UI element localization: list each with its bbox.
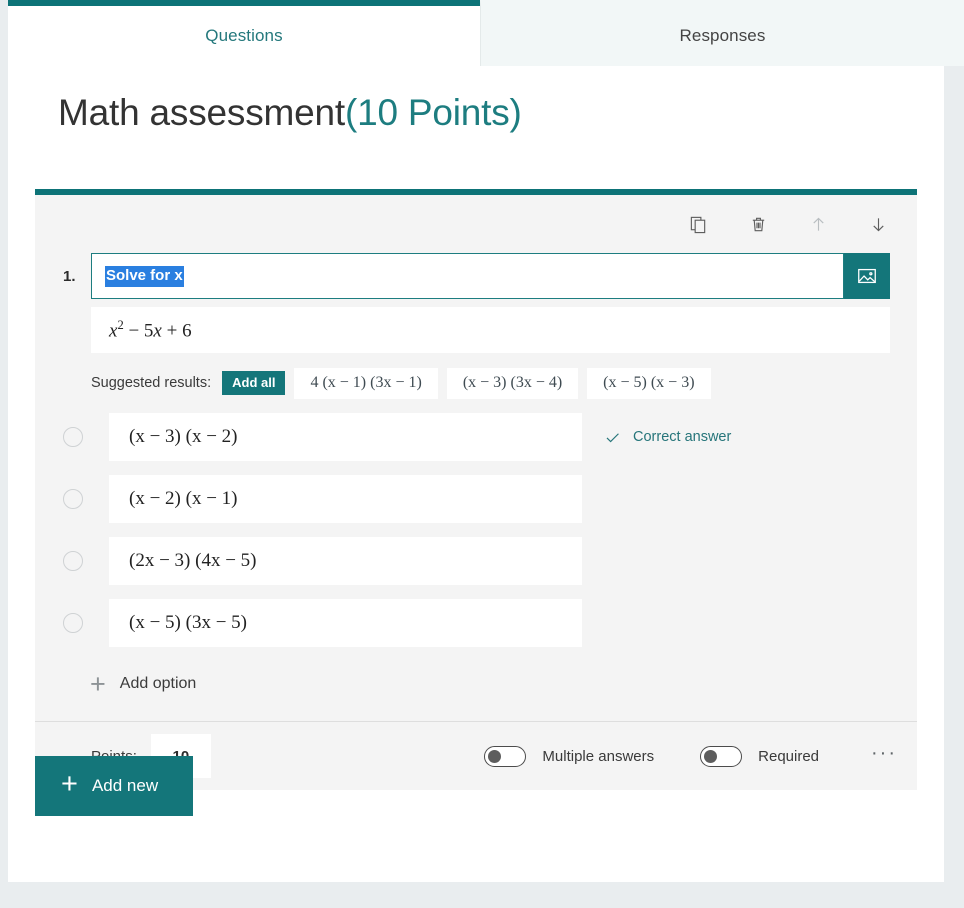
- delete-icon: [752, 217, 764, 231]
- math-expression-field[interactable]: x2 − 5x + 6: [91, 307, 890, 353]
- required-label: Required: [758, 747, 820, 765]
- form-points-label: (10 Points): [344, 92, 522, 133]
- add-option-button[interactable]: + Add option: [90, 669, 917, 699]
- add-option-label: Add option: [119, 675, 197, 692]
- multiple-answers-toggle[interactable]: [484, 745, 527, 767]
- math-remainder: − 5x + 6: [123, 320, 192, 342]
- tab-bar: Questions Responses: [0, 0, 964, 66]
- required-group: Required: [700, 745, 820, 767]
- form-title-text: Math assessment: [58, 92, 345, 133]
- suggested-chip-1[interactable]: 4 (x − 1) (3x − 1): [294, 367, 438, 399]
- option-input-3[interactable]: (2x − 3) (4x − 5): [109, 537, 582, 585]
- toggle-knob: [488, 749, 502, 763]
- move-question-up-button[interactable]: [803, 209, 833, 239]
- plus-icon: +: [61, 768, 78, 800]
- tab-responses[interactable]: Responses: [480, 0, 964, 66]
- option-radio-3[interactable]: [63, 551, 83, 571]
- option-radio-2[interactable]: [63, 489, 83, 509]
- tab-responses-label: Responses: [679, 26, 766, 45]
- plus-icon: +: [90, 668, 106, 699]
- math-expression-value: x2 − 5x + 6: [109, 318, 192, 342]
- question-card: 1. Solve for x x2 − 5x + 6 Suggested res…: [35, 189, 917, 790]
- suggested-results-row: Suggested results: Add all 4 (x − 1) (3x…: [91, 367, 917, 399]
- toggle-knob: [704, 749, 718, 763]
- move-question-down-button[interactable]: [863, 209, 893, 239]
- option-input-4[interactable]: (x − 5) (3x − 5): [109, 599, 582, 647]
- insert-image-button[interactable]: [844, 253, 890, 299]
- option-text-2: (x − 2) (x − 1): [129, 488, 238, 509]
- suggested-chip-3[interactable]: (x − 5) (x − 3): [587, 367, 711, 399]
- add-new-button[interactable]: + Add new: [35, 756, 193, 816]
- add-all-button[interactable]: Add all: [222, 371, 286, 395]
- option-input-1[interactable]: (x − 3) (x − 2): [109, 413, 582, 461]
- option-radio-4[interactable]: [63, 613, 83, 633]
- option-row: (x − 5) (3x − 5): [35, 599, 917, 647]
- question-number: 1.: [63, 267, 76, 285]
- copy-icon: [690, 216, 705, 233]
- form-surface: Math assessment(10 Points) 1. Solve for …: [8, 66, 944, 882]
- question-text-input[interactable]: Solve for x: [91, 253, 844, 299]
- option-text-4: (x − 5) (3x − 5): [129, 612, 247, 633]
- option-row: (x − 3) (x − 2) Correct answer: [35, 413, 917, 461]
- add-new-label: Add new: [91, 776, 159, 795]
- correct-answer-flag-1[interactable]: Correct answer: [604, 429, 731, 446]
- option-radio-1[interactable]: [63, 427, 83, 447]
- tab-questions[interactable]: Questions: [8, 0, 480, 66]
- tab-questions-label: Questions: [205, 26, 283, 45]
- multiple-answers-group: Multiple answers: [484, 745, 655, 767]
- page-title: Math assessment(10 Points): [58, 92, 522, 134]
- suggested-chip-2[interactable]: (x − 3) (3x − 4): [446, 367, 579, 399]
- option-text-1: (x − 3) (x − 2): [129, 426, 238, 447]
- option-text-3: (2x − 3) (4x − 5): [129, 550, 257, 571]
- arrow-up-icon: [812, 217, 824, 231]
- question-title-row: 1. Solve for x: [35, 253, 917, 299]
- option-input-2[interactable]: (x − 2) (x − 1): [109, 475, 582, 523]
- correct-answer-label-1: Correct answer: [633, 429, 732, 445]
- copy-question-button[interactable]: [683, 209, 713, 239]
- check-icon: [606, 432, 619, 442]
- delete-question-button[interactable]: [743, 209, 773, 239]
- multiple-answers-label: Multiple answers: [542, 747, 655, 765]
- option-row: (2x − 3) (4x − 5): [35, 537, 917, 585]
- required-toggle[interactable]: [700, 745, 743, 767]
- arrow-down-icon: [872, 217, 884, 231]
- option-row: (x − 2) (x − 1): [35, 475, 917, 523]
- question-card-toolbar: [35, 195, 917, 253]
- suggested-results-label: Suggested results:: [91, 375, 212, 391]
- question-text-value: Solve for x: [105, 265, 184, 287]
- image-icon: [858, 268, 876, 284]
- more-options-button[interactable]: ···: [871, 743, 897, 769]
